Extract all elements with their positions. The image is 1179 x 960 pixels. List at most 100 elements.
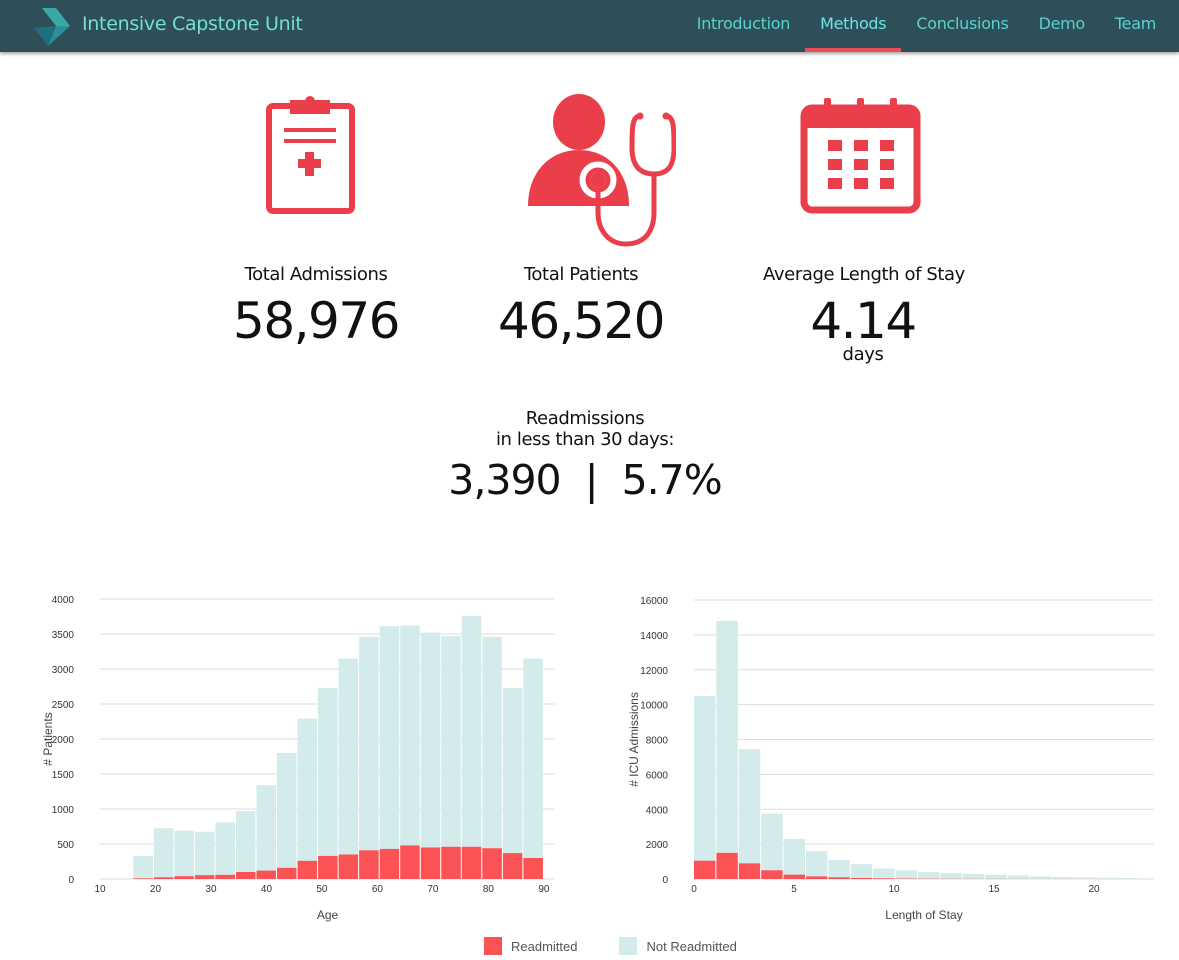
bar-readmitted[interactable]: [738, 863, 761, 879]
bar-readmitted[interactable]: [420, 847, 441, 880]
nav-methods[interactable]: Methods: [805, 0, 902, 52]
bar-not-readmitted[interactable]: [523, 658, 543, 859]
bar-readmitted[interactable]: [256, 870, 277, 879]
x-tick-label: 80: [483, 884, 495, 895]
bar-not-readmitted[interactable]: [194, 831, 215, 876]
bar-readmitted[interactable]: [850, 877, 873, 879]
avg-length-of-stay-value: 4.14: [810, 292, 917, 350]
bar-not-readmitted[interactable]: [985, 874, 1007, 879]
bar-not-readmitted[interactable]: [215, 822, 235, 875]
bar-readmitted[interactable]: [338, 854, 359, 880]
bar-not-readmitted[interactable]: [716, 620, 738, 853]
y-tick-label: 2500: [52, 700, 75, 711]
bar-not-readmitted[interactable]: [1007, 875, 1029, 879]
bar-readmitted[interactable]: [400, 845, 420, 879]
nav-introduction[interactable]: Introduction: [682, 0, 805, 52]
bar-readmitted[interactable]: [502, 853, 523, 879]
bar-readmitted[interactable]: [806, 876, 828, 879]
bar-readmitted[interactable]: [133, 878, 153, 879]
bar-not-readmitted[interactable]: [761, 813, 783, 871]
bar-not-readmitted[interactable]: [694, 695, 716, 861]
readmissions-value: 3,390 | 5.7%: [448, 456, 722, 504]
bar-not-readmitted[interactable]: [256, 785, 277, 871]
y-tick-label: 6000: [646, 770, 669, 781]
y-tick-label: 3500: [52, 630, 75, 641]
bar-readmitted[interactable]: [783, 874, 805, 879]
legend-label-not-readmitted: Not Readmitted: [646, 938, 737, 954]
bar-readmitted[interactable]: [694, 860, 716, 879]
bar-not-readmitted[interactable]: [338, 658, 359, 855]
bar-readmitted[interactable]: [297, 860, 318, 879]
bar-readmitted[interactable]: [461, 846, 482, 879]
bar-not-readmitted[interactable]: [420, 632, 441, 848]
bar-readmitted[interactable]: [318, 855, 338, 879]
x-tick-label: 60: [372, 884, 384, 895]
length-of-stay-histogram-chart: 0 2000 4000 6000 8000 10000 12000 14000 16000 0 5 1…: [627, 596, 1154, 922]
y-tick-label: 8000: [646, 736, 669, 747]
bar-readmitted[interactable]: [194, 875, 215, 879]
bar-readmitted[interactable]: [716, 852, 738, 879]
bar-not-readmitted[interactable]: [441, 636, 461, 847]
bar-not-readmitted[interactable]: [461, 615, 482, 847]
bar-not-readmitted[interactable]: [318, 687, 338, 856]
x-tick-label: 0: [691, 884, 697, 895]
bar-not-readmitted[interactable]: [1119, 878, 1141, 879]
readmissions-label-line1: Readmissions: [525, 408, 645, 429]
x-axis-label: Age: [317, 908, 339, 922]
bar-not-readmitted[interactable]: [400, 625, 420, 846]
bar-not-readmitted[interactable]: [379, 626, 400, 849]
bar-not-readmitted[interactable]: [502, 687, 523, 854]
x-tick-label: 10: [888, 884, 900, 895]
nav-conclusions[interactable]: Conclusions: [901, 0, 1023, 52]
bar-readmitted[interactable]: [215, 874, 235, 879]
bar-not-readmitted[interactable]: [850, 864, 873, 878]
bar-not-readmitted[interactable]: [174, 830, 194, 877]
nav-demo[interactable]: Demo: [1024, 0, 1100, 52]
bar-readmitted[interactable]: [153, 877, 174, 879]
bar-not-readmitted[interactable]: [806, 851, 828, 877]
total-patients-value: 46,520: [498, 292, 665, 350]
bar-not-readmitted[interactable]: [1097, 877, 1119, 879]
bar-not-readmitted[interactable]: [828, 859, 850, 878]
bar-readmitted[interactable]: [523, 858, 543, 879]
total-admissions-value: 58,976: [233, 292, 400, 350]
bar-not-readmitted[interactable]: [1052, 876, 1074, 879]
bar-not-readmitted[interactable]: [738, 749, 761, 864]
bar-not-readmitted[interactable]: [359, 636, 379, 851]
bar-readmitted[interactable]: [441, 846, 461, 879]
bar-readmitted[interactable]: [828, 877, 850, 879]
brand-title[interactable]: Intensive Capstone Unit: [82, 13, 303, 35]
x-tick-label: 40: [261, 884, 273, 895]
bar-not-readmitted[interactable]: [153, 828, 174, 878]
bar-readmitted[interactable]: [482, 848, 502, 879]
bar-readmitted[interactable]: [235, 872, 256, 879]
total-patients-label: Total Patients: [523, 264, 639, 285]
y-tick-label: 500: [57, 840, 74, 851]
bar-readmitted[interactable]: [873, 878, 895, 879]
bar-not-readmitted[interactable]: [895, 870, 917, 879]
main-nav: Introduction Methods Conclusions Demo Te…: [682, 0, 1179, 52]
nav-team[interactable]: Team: [1100, 0, 1179, 52]
bar-readmitted[interactable]: [761, 870, 783, 879]
bar-not-readmitted[interactable]: [873, 868, 895, 879]
bar-readmitted[interactable]: [277, 867, 297, 879]
bar-not-readmitted[interactable]: [962, 873, 985, 879]
x-tick-label: 20: [1088, 884, 1100, 895]
bar-readmitted[interactable]: [174, 876, 194, 879]
y-tick-label: 3000: [52, 665, 75, 676]
logo-icon[interactable]: [30, 6, 74, 48]
bar-not-readmitted[interactable]: [1074, 877, 1097, 879]
bar-not-readmitted[interactable]: [918, 872, 940, 879]
bar-not-readmitted[interactable]: [783, 838, 805, 875]
bar-not-readmitted[interactable]: [940, 873, 962, 879]
bar-readmitted[interactable]: [379, 848, 400, 879]
bar-not-readmitted[interactable]: [133, 855, 153, 879]
bar-readmitted[interactable]: [359, 850, 379, 879]
legend-label-readmitted: Readmitted: [511, 938, 578, 954]
bar-not-readmitted[interactable]: [235, 811, 256, 872]
bar-not-readmitted[interactable]: [482, 636, 502, 849]
bar-not-readmitted[interactable]: [277, 753, 297, 868]
bar-not-readmitted[interactable]: [1030, 876, 1052, 879]
bar-not-readmitted[interactable]: [297, 718, 318, 861]
calendar-icon: [800, 98, 921, 214]
